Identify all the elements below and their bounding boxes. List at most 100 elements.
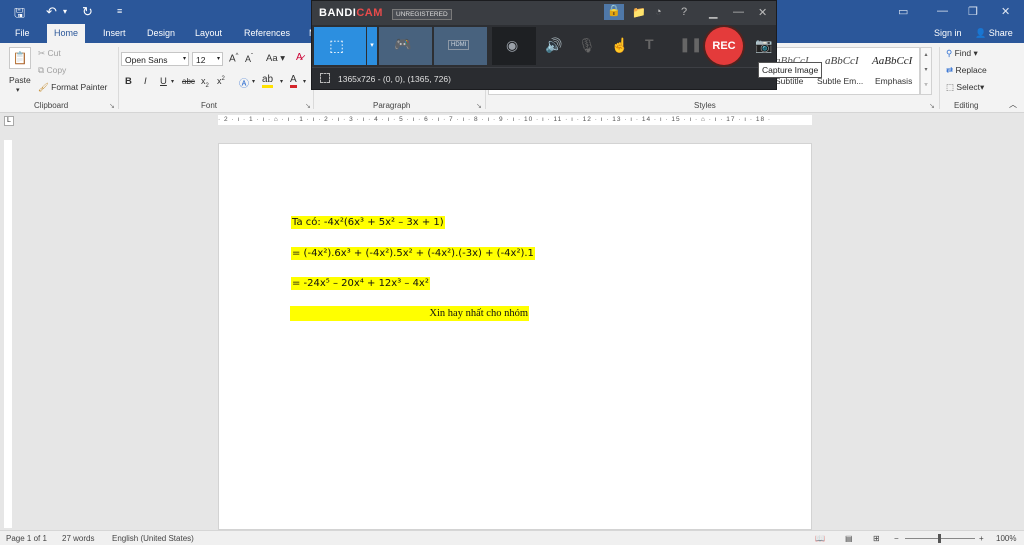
webcam-button[interactable]: ◉ xyxy=(492,27,536,65)
bandicam-close-icon[interactable]: ✕ xyxy=(758,6,767,19)
screen-mode-button[interactable]: ⬚ xyxy=(314,27,366,65)
style-emphasis[interactable]: Emphasis xyxy=(875,76,912,86)
underline-button[interactable]: U xyxy=(160,76,167,87)
hdmi-icon: HDMI xyxy=(448,40,470,50)
font-launcher-icon[interactable]: ↘ xyxy=(305,102,311,110)
undo-icon[interactable]: ↶ xyxy=(46,4,57,20)
font-size-select[interactable]: 12 ▾ xyxy=(192,52,223,66)
highlight-dropdown-icon[interactable]: ▾ xyxy=(280,78,283,85)
style-subtle-emphasis[interactable]: Subtle Em... xyxy=(817,76,863,86)
superscript-button[interactable]: x2 xyxy=(217,76,225,86)
strikethrough-button[interactable]: abc xyxy=(182,77,195,86)
italic-button[interactable]: I xyxy=(144,76,147,87)
style-sample-subtle-emphasis[interactable]: aBbCcI xyxy=(825,55,859,67)
lock-icon[interactable]: 🔒 xyxy=(604,4,624,20)
undo-dropdown-icon[interactable]: ▾ xyxy=(63,7,67,16)
record-button[interactable]: REC xyxy=(705,27,743,65)
cut-button[interactable]: ✂ Cut xyxy=(38,48,61,59)
paste-dropdown-icon[interactable]: ▾ xyxy=(16,86,20,94)
font-color-dropdown-icon[interactable]: ▾ xyxy=(303,78,306,85)
device-mode-button[interactable]: HDMI xyxy=(434,27,487,65)
microphone-icon[interactable]: 🎙 xyxy=(578,37,596,54)
tab-layout[interactable]: Layout xyxy=(188,24,229,43)
tab-design[interactable]: Design xyxy=(140,24,182,43)
close-icon[interactable]: ✕ xyxy=(1001,5,1010,18)
paste-icon[interactable]: 📋 xyxy=(9,47,31,69)
web-layout-icon[interactable]: ⊞ xyxy=(873,534,880,543)
restore-icon[interactable]: ❐ xyxy=(968,5,978,18)
clipboard-launcher-icon[interactable]: ↘ xyxy=(109,102,115,110)
text-overlay-icon[interactable]: T xyxy=(645,36,654,52)
customize-qat-icon[interactable]: ≡ xyxy=(117,6,122,16)
highlight-color-icon[interactable]: ab xyxy=(262,75,274,88)
shrink-font-button[interactable]: Aˇ xyxy=(245,54,253,64)
font-group-label: Font xyxy=(201,101,218,110)
zoom-level[interactable]: 100% xyxy=(996,534,1016,543)
language-status[interactable]: English (United States) xyxy=(112,534,194,543)
minimize-tray-icon[interactable]: ▁ xyxy=(709,6,717,19)
text-effects-icon[interactable]: Ⓐ xyxy=(239,75,249,90)
horizontal-ruler[interactable]: · 2 · ı · 1 · ı · ⌂ · ı · 1 · ı · 2 · ı … xyxy=(218,115,812,125)
font-family-select[interactable]: Open Sans ▾ xyxy=(121,52,189,66)
copy-button[interactable]: ⧉ Copy xyxy=(38,65,66,76)
speaker-icon[interactable]: 🔊 xyxy=(545,37,562,54)
doc-line-2[interactable]: = (-4x²).6x³ + (-4x²).5x² + (-4x²).(-3x)… xyxy=(291,247,535,260)
vertical-ruler[interactable] xyxy=(4,140,12,528)
redo-icon[interactable]: ↻ xyxy=(82,4,93,20)
paste-button[interactable]: Paste xyxy=(9,75,31,85)
paragraph-launcher-icon[interactable]: ↘ xyxy=(476,102,482,110)
share-label: Share xyxy=(988,28,1013,38)
sign-in-link[interactable]: Sign in xyxy=(934,24,962,43)
zoom-slider-thumb[interactable] xyxy=(938,534,941,543)
doc-line-4[interactable]: Xin hay nhất cho nhóm xyxy=(290,306,529,321)
styles-scroll[interactable]: ▴ ▾ ▿ xyxy=(920,47,932,95)
grow-font-button[interactable]: A^ xyxy=(229,53,239,64)
zoom-out-icon[interactable]: − xyxy=(894,534,899,543)
game-mode-button[interactable]: 🎮 xyxy=(379,27,432,65)
save-icon[interactable]: 🖫 xyxy=(14,4,25,26)
clock-icon[interactable]: ◔ xyxy=(655,6,662,18)
word-count[interactable]: 27 words xyxy=(62,534,94,543)
share-button[interactable]: 👤 Share xyxy=(975,24,1013,43)
cut-icon: ✂ xyxy=(38,48,46,58)
styles-launcher-icon[interactable]: ↘ xyxy=(929,102,935,110)
underline-dropdown-icon[interactable]: ▾ xyxy=(171,78,174,85)
find-button[interactable]: ⚲ Find ▾ xyxy=(946,48,978,59)
subscript-button[interactable]: x2 xyxy=(201,76,209,89)
camera-icon[interactable]: 📷 xyxy=(755,37,772,54)
cursor-effect-icon[interactable]: ☝ xyxy=(611,37,628,54)
tab-insert[interactable]: Insert xyxy=(96,24,133,43)
print-layout-icon[interactable]: ▤ xyxy=(845,534,853,543)
bandicam-minimize-icon[interactable]: — xyxy=(733,6,744,18)
page-count[interactable]: Page 1 of 1 xyxy=(6,534,47,543)
tab-home[interactable]: Home xyxy=(47,24,86,43)
screen-mode-dropdown-icon[interactable]: ▾ xyxy=(367,27,377,65)
change-case-button[interactable]: Aa ▾ xyxy=(266,53,285,64)
style-sample-emphasis[interactable]: AaBbCcI xyxy=(872,55,912,67)
clipboard-group-label: Clipboard xyxy=(34,101,69,110)
text-effects-dropdown-icon[interactable]: ▾ xyxy=(252,78,255,85)
font-color-icon[interactable]: A xyxy=(290,75,297,88)
document-page[interactable]: Ta có: -4x²(6x³ + 5x² – 3x + 1) = (-4x²)… xyxy=(218,143,812,530)
clear-formatting-icon[interactable]: A̷ xyxy=(296,52,303,63)
chevron-down-icon: ▾ xyxy=(216,56,220,62)
tab-stop-selector[interactable]: L xyxy=(4,116,14,126)
tab-file[interactable]: File xyxy=(8,24,37,43)
doc-line-3[interactable]: = -24x⁵ – 20x⁴ + 12x³ – 4x² xyxy=(291,277,430,290)
minimize-icon[interactable]: — xyxy=(937,5,948,17)
format-painter-button[interactable]: 🖌 Format Painter xyxy=(38,82,107,93)
doc-line-1[interactable]: Ta có: -4x²(6x³ + 5x² – 3x + 1) xyxy=(291,216,445,229)
replace-button[interactable]: ⇄ Replace xyxy=(946,65,987,76)
replace-label: Replace xyxy=(955,65,987,75)
collapse-ribbon-icon[interactable]: ︿ xyxy=(1009,99,1017,110)
folder-icon[interactable]: 📁 xyxy=(632,6,646,19)
tab-references[interactable]: References xyxy=(237,24,297,43)
ribbon-display-icon[interactable]: ▭ xyxy=(898,5,908,18)
select-button[interactable]: ⬚ Select▾ xyxy=(946,82,984,93)
bold-button[interactable]: B xyxy=(125,76,132,87)
zoom-in-icon[interactable]: + xyxy=(979,534,984,543)
pause-icon[interactable]: ❚❚ xyxy=(679,36,702,53)
change-case-label: Aa xyxy=(266,53,278,64)
read-mode-icon[interactable]: 📖 xyxy=(815,534,825,543)
help-icon[interactable]: ? xyxy=(681,6,687,18)
